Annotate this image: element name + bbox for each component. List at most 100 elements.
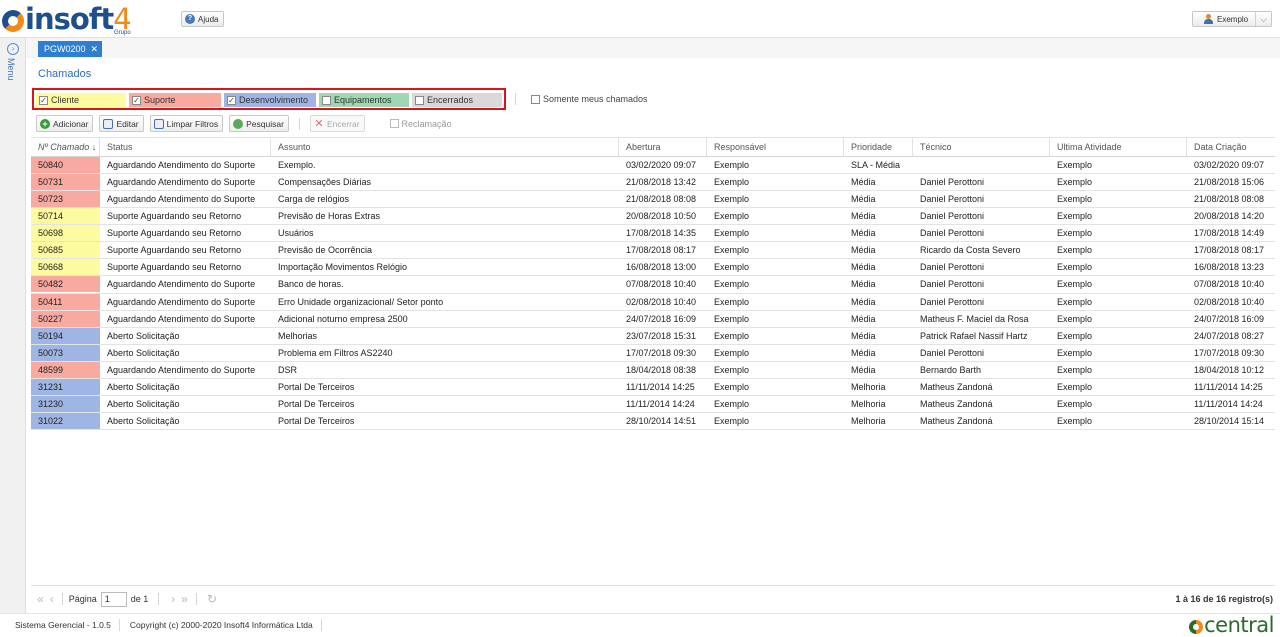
tab-bar: PGW0200 ✕ [26,38,1280,58]
col-created[interactable]: Data Criação [1187,138,1275,157]
col-technician[interactable]: Técnico [913,138,1050,157]
filter-label-cliente: Cliente [51,95,80,105]
cell-last-activity: Exemplo [1057,296,1093,307]
filter-equipamentos[interactable]: Equipamentos [319,93,409,107]
cell-responsible: Exemplo [714,194,750,205]
cell-last-activity: Exemplo [1057,228,1093,239]
edit-button[interactable]: Editar [99,115,144,132]
search-button[interactable]: Pesquisar [229,115,289,132]
filter-desenvolvimento[interactable]: ✓ Desenvolvimento [224,93,316,107]
cell-opened: 28/10/2014 14:51 [626,415,697,426]
table-row[interactable]: 31022 Aberto Solicitação Portal De Terceir… [31,412,1275,430]
first-page-icon[interactable]: « [37,592,44,606]
chevron-down-icon[interactable]: ⌵ [1255,12,1271,26]
cell-responsible: Exemplo [714,211,750,222]
filter-cliente[interactable]: ✓ Cliente [36,93,126,107]
cell-technician: Daniel Perottoni [920,279,985,290]
cell-priority: Média [851,330,876,341]
table-row[interactable]: 50685 Suporte Aguardando seu Retorno Previ… [31,242,1275,260]
checkbox-complaint[interactable] [389,119,399,128]
table-row[interactable]: 31230 Aberto Solicitação Portal De Terceir… [31,395,1275,413]
close-ticket-button[interactable]: ✕ Encerrar [309,115,365,132]
prev-page-icon[interactable]: ‹ [50,592,54,606]
cell-priority: Média [851,313,876,324]
divider [298,117,300,130]
table-row[interactable]: 50668 Suporte Aguardando seu Retorno Impor… [31,259,1275,277]
divider [158,593,160,605]
user-menu[interactable]: Exemplo ⌵ [1192,11,1272,27]
col-opened[interactable]: Abertura [619,138,707,157]
table-row[interactable]: 50723 Aguardando Atendimento do Suporte Ca… [31,191,1275,209]
only-mine-filter[interactable]: Somente meus chamados [528,94,648,104]
cell-status: Aberto Solicitação [107,330,180,341]
cell-responsible: Exemplo [714,228,750,239]
col-ticket-number[interactable]: Nº Chamado ↓ [31,138,100,157]
menu-label[interactable]: Menu [6,58,16,81]
table-row[interactable]: 50714 Suporte Aguardando seu Retorno Previ… [31,208,1275,226]
clear-filters-button[interactable]: Limpar Filtros [149,115,224,132]
table-row[interactable]: 50194 Aberto Solicitação Melhorias 23/07/20… [31,327,1275,345]
cell-last-activity: Exemplo [1057,211,1093,222]
col-last-activity[interactable]: Ultima Atividade [1050,138,1187,157]
cell-opened: 17/08/2018 14:35 [626,228,697,239]
table-row[interactable]: 50698 Suporte Aguardando seu Retorno Usuár… [31,225,1275,243]
checkbox-only-mine[interactable] [531,94,540,104]
side-menu-strip[interactable]: › Menu [0,38,26,613]
table-row[interactable]: 50411 Aguardando Atendimento do Suporte Er… [31,293,1275,311]
cell-technician: Patrick Rafael Nassif Hartz [920,330,1028,341]
last-page-icon[interactable]: » [181,592,188,606]
checkbox-equipamentos[interactable] [322,95,331,105]
cell-last-activity: Exemplo [1057,279,1093,290]
cell-technician: Daniel Perottoni [920,211,985,222]
edit-label: Editar [116,118,139,129]
col-subject[interactable]: Assunto [271,138,619,157]
page-number-input[interactable]: 1 [100,591,127,607]
cell-status: Suporte Aguardando seu Retorno [107,211,242,222]
cell-ticket-number: 31231 [31,378,100,395]
table-row[interactable]: 50731 Aguardando Atendimento do Suporte Co… [31,174,1275,192]
refresh-icon[interactable]: ↻ [207,592,217,606]
insoft4-logo[interactable]: insoft4 Grupo [2,2,132,36]
cell-priority: Média [851,211,876,222]
cell-status: Aguardando Atendimento do Suporte [107,194,256,205]
cell-status: Aberto Solicitação [107,415,180,426]
grid-header: Nº Chamado ↓ Status Assunto Abertura Res… [31,137,1275,157]
checkbox-cliente[interactable]: ✓ [39,95,48,105]
cell-last-activity: Exemplo [1057,313,1093,324]
table-row[interactable]: 50482 Aguardando Atendimento do Suporte Ba… [31,276,1275,294]
complaint-filter[interactable]: Reclamação [387,119,452,129]
refresh-search-icon [233,118,244,129]
table-row[interactable]: 48599 Aguardando Atendimento do Suporte DS… [31,361,1275,379]
help-button[interactable]: ? Ajuda [181,11,225,27]
table-row[interactable]: 31231 Aberto Solicitação Portal De Terceir… [31,378,1275,396]
add-button[interactable]: + Adicionar [36,115,94,132]
table-row[interactable]: 50227 Aguardando Atendimento do Suporte Ad… [31,310,1275,328]
cell-ticket-number: 50685 [31,242,100,259]
col-priority[interactable]: Prioridade [844,138,913,157]
cell-opened: 17/08/2018 08:17 [626,245,697,256]
close-label: Encerrar [326,118,360,129]
cell-responsible: Exemplo [714,364,750,375]
menu-expand-icon[interactable]: › [7,43,19,55]
tab-pgw0200[interactable]: PGW0200 ✕ [38,41,103,57]
checkbox-encerrados[interactable] [415,95,424,105]
central-logo-text: central [1204,613,1274,637]
divider [61,593,63,605]
checkbox-desenvolvimento[interactable]: ✓ [227,95,236,105]
cell-created: 11/11/2014 14:24 [1194,398,1263,409]
cell-ticket-number: 50482 [31,276,100,293]
checkbox-suporte[interactable]: ✓ [132,95,141,105]
filter-encerrados[interactable]: Encerrados [412,93,502,107]
next-page-icon[interactable]: › [171,592,175,606]
table-row[interactable]: 50073 Aberto Solicitação Problema em Filtr… [31,344,1275,362]
cell-ticket-number: 48599 [31,361,100,378]
tab-close-icon[interactable]: ✕ [91,44,99,55]
col-responsible[interactable]: Responsável [707,138,844,157]
cell-opened: 21/08/2018 08:08 [626,194,697,205]
cell-ticket-number: 50698 [31,225,100,242]
col-status[interactable]: Status [100,138,271,157]
cell-created: 17/07/2018 09:30 [1194,347,1265,358]
cell-created: 17/08/2018 14:49 [1194,228,1265,239]
filter-suporte[interactable]: ✓ Suporte [129,93,221,107]
table-row[interactable]: 50840 Aguardando Atendimento do Suporte Ex… [31,157,1275,175]
